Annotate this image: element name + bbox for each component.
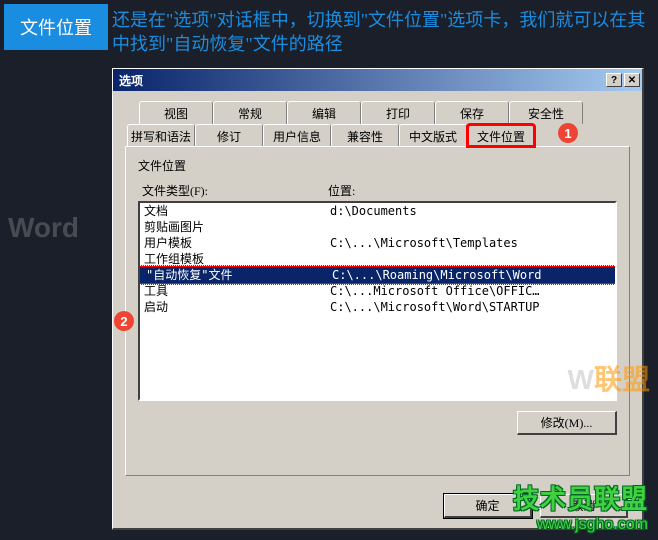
cancel-button[interactable]: 取消 — [540, 494, 628, 518]
col-location: 位置: — [328, 182, 617, 199]
tab-cjk[interactable]: 中文版式 — [399, 124, 467, 147]
tab-print[interactable]: 打印 — [361, 101, 435, 124]
dialog-titlebar[interactable]: 选项 ? ✕ — [113, 69, 642, 91]
close-button[interactable]: ✕ — [624, 73, 640, 87]
tab-general[interactable]: 常规 — [213, 101, 287, 124]
modify-button[interactable]: 修改(M)... — [517, 411, 617, 435]
watermark-left: Word — [8, 212, 79, 244]
list-item: 剪贴画图片 — [140, 219, 615, 235]
header-badge: 文件位置 — [4, 4, 108, 50]
ok-button[interactable]: 确定 — [444, 494, 532, 518]
modify-row: 修改(M)... — [138, 411, 617, 435]
tab-revision[interactable]: 修订 — [195, 124, 263, 147]
tab-row-top: 视图 常规 编辑 打印 保存 安全性 — [125, 101, 630, 124]
tab-security[interactable]: 安全性 — [509, 101, 583, 124]
list-item: 工作组模板 — [140, 251, 615, 267]
tab-edit[interactable]: 编辑 — [287, 101, 361, 124]
tab-file-locations[interactable]: 文件位置 — [467, 124, 535, 147]
tab-save[interactable]: 保存 — [435, 101, 509, 124]
dialog-body: 1 视图 常规 编辑 打印 保存 安全性 拼写和语法 修订 用户信息 兼容性 中… — [113, 91, 642, 486]
list-item: 用户模板C:\...\Microsoft\Templates — [140, 235, 615, 251]
tab-row-bottom: 拼写和语法 修订 用户信息 兼容性 中文版式 文件位置 — [125, 124, 630, 147]
tab-view[interactable]: 视图 — [139, 101, 213, 124]
section-title: 文件位置 — [138, 157, 617, 174]
file-locations-panel: 2 文件位置 文件类型(F): 位置: 文档d:\Documents 剪贴画图片… — [125, 146, 630, 476]
callout-badge-1: 1 — [558, 123, 578, 143]
dialog-title: 选项 — [115, 72, 604, 89]
list-item: 启动C:\...\Microsoft\Word\STARTUP — [140, 299, 615, 315]
col-file-type: 文件类型(F): — [142, 182, 328, 199]
header-description: 还是在"选项"对话框中，切换到"文件位置"选项卡，我们就可以在其中找到"自动恢复… — [112, 4, 654, 56]
list-item: 工具C:\...Microsoft Office\OFFIC… — [140, 283, 615, 299]
tab-spelling[interactable]: 拼写和语法 — [127, 124, 195, 147]
list-item: 文档d:\Documents — [140, 203, 615, 219]
list-headers: 文件类型(F): 位置: — [138, 182, 617, 199]
dialog-footer: 确定 取消 — [113, 486, 642, 528]
page-header: 文件位置 还是在"选项"对话框中，切换到"文件位置"选项卡，我们就可以在其中找到… — [0, 0, 658, 58]
tab-compat[interactable]: 兼容性 — [331, 124, 399, 147]
tab-strip: 1 视图 常规 编辑 打印 保存 安全性 拼写和语法 修订 用户信息 兼容性 中… — [125, 101, 630, 147]
callout-badge-2: 2 — [114, 311, 134, 331]
help-button[interactable]: ? — [606, 73, 622, 87]
options-dialog: 选项 ? ✕ 1 视图 常规 编辑 打印 保存 安全性 拼写和语法 修订 用户信… — [112, 68, 644, 530]
tab-userinfo[interactable]: 用户信息 — [263, 124, 331, 147]
file-locations-list[interactable]: 文档d:\Documents 剪贴画图片 用户模板C:\...\Microsof… — [138, 201, 617, 401]
list-item-selected[interactable]: "自动恢复"文件C:\...\Roaming\Microsoft\Word — [138, 265, 617, 285]
